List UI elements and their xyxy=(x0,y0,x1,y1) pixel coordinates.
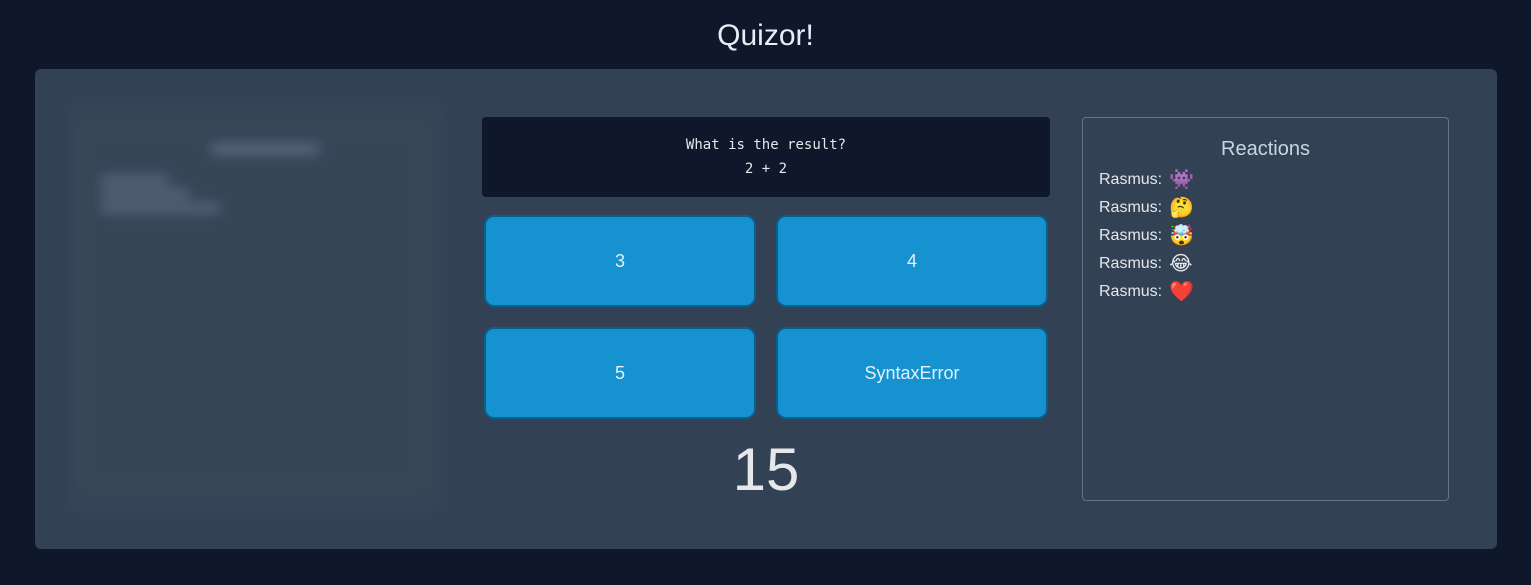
blurred-line xyxy=(100,176,170,184)
answer-button-2[interactable]: 4 xyxy=(776,215,1048,307)
blurred-scoreboard-panel xyxy=(67,101,443,513)
reaction-item: Rasmus: 🤔 xyxy=(1099,194,1194,222)
main-panel: What is the result? 2 + 2 3 4 5 SyntaxEr… xyxy=(35,69,1497,549)
blurred-line xyxy=(100,204,220,212)
blurred-line xyxy=(100,190,190,198)
reactions-title: Reactions xyxy=(1221,138,1310,160)
reaction-user: Rasmus: xyxy=(1099,171,1163,189)
question-text: What is the result? xyxy=(685,137,847,153)
reaction-item: Rasmus: 🤯 xyxy=(1099,222,1194,250)
heart-icon: ❤️ xyxy=(1169,281,1195,303)
answer-button-3[interactable]: 5 xyxy=(484,327,756,419)
thinking-face-icon: 🤔 xyxy=(1169,197,1195,219)
exploding-head-icon: 🤯 xyxy=(1169,225,1195,247)
blurred-heading xyxy=(210,144,320,154)
answer-button-1[interactable]: 3 xyxy=(484,215,756,307)
reaction-user: Rasmus: xyxy=(1099,255,1163,273)
alien-monster-icon: 👾 xyxy=(1169,169,1195,191)
reaction-item: Rasmus: 😂 xyxy=(1099,250,1194,278)
question-expression: 2 + 2 xyxy=(744,161,788,177)
tears-of-joy-icon: 😂 xyxy=(1169,253,1193,275)
reaction-user: Rasmus: xyxy=(1099,199,1163,217)
reaction-item: Rasmus: ❤️ xyxy=(1099,278,1194,306)
answer-button-4[interactable]: SyntaxError xyxy=(776,327,1048,419)
reaction-user: Rasmus: xyxy=(1099,283,1163,301)
reaction-list: Rasmus: 👾 Rasmus: 🤔 Rasmus: 🤯 Rasmus: 😂 Rasm… xyxy=(1099,166,1194,306)
reaction-item: Rasmus: 👾 xyxy=(1099,166,1194,194)
question-box: What is the result? 2 + 2 xyxy=(482,117,1050,197)
countdown-timer: 15 xyxy=(732,436,800,503)
reaction-user: Rasmus: xyxy=(1099,227,1163,245)
blurred-inner-box xyxy=(81,129,423,483)
app-title: Quizor! xyxy=(717,19,814,52)
reactions-panel: Reactions Rasmus: 👾 Rasmus: 🤔 Rasmus: 🤯 Ras… xyxy=(1082,117,1449,501)
